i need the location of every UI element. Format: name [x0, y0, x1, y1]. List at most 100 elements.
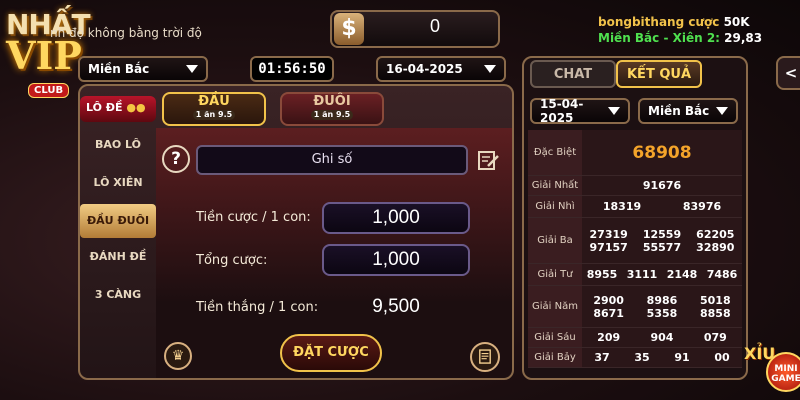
- result-number: 8858: [700, 306, 731, 320]
- result-number: 3111: [626, 268, 658, 281]
- ticker-bet-value: 50K: [723, 15, 750, 29]
- sidebar-item-lo-xien[interactable]: LÔ XIÊN: [80, 166, 156, 200]
- result-number: 62205: [696, 227, 735, 241]
- trophy-icon[interactable]: ♛: [164, 342, 192, 370]
- result-number: 079: [703, 331, 727, 344]
- help-icon[interactable]: ?: [162, 145, 190, 173]
- results-date-dropdown[interactable]: 15-04-2025: [530, 97, 630, 125]
- results-table: Đặc Biệt 68908 Giải Nhất 91676 Giải Nhì 18319…: [528, 130, 742, 368]
- ticker-user: bongbithang: [598, 15, 685, 29]
- result-label: Giải Bảy: [528, 348, 582, 367]
- result-number: 27319: [589, 227, 628, 241]
- win-value: 9,500: [372, 296, 420, 317]
- date-dropdown-value: 16-04-2025: [386, 62, 463, 76]
- lode-header: LÔ ĐỀ ●●: [80, 96, 156, 122]
- tab-dau-odds: 1 ăn 9.5: [193, 110, 235, 120]
- result-number: 68908: [632, 142, 692, 163]
- result-label: Giải Nhì: [528, 196, 582, 217]
- result-number: 00: [714, 351, 730, 364]
- result-number: 5358: [646, 306, 678, 320]
- result-values: 8955 3111 2148 7486: [582, 264, 742, 285]
- place-bet-button[interactable]: ĐẶT CƯỢC: [280, 334, 382, 372]
- countdown-timer: 01:56:50: [250, 56, 334, 82]
- result-number: 35: [634, 351, 650, 364]
- result-number: 32890: [696, 240, 735, 254]
- result-number: 5018: [700, 293, 731, 307]
- result-number: 8986: [646, 293, 678, 307]
- result-row: Giải Năm 2900 8986 5018 8671 5358 8858: [528, 286, 742, 328]
- result-number: 209: [597, 331, 621, 344]
- chevron-left-icon[interactable]: <: [776, 56, 800, 90]
- region-dropdown-value: Miền Bắc: [88, 62, 150, 76]
- results-date-value: 15-04-2025: [540, 97, 584, 125]
- tab-results[interactable]: KẾT QUẢ: [616, 60, 702, 88]
- notepad-edit-icon[interactable]: [476, 148, 500, 172]
- total-label: Tổng cược:: [196, 253, 268, 268]
- result-row: Giải Ba 27319 12559 62205 97157 55577 32890: [528, 218, 742, 264]
- balance-value: 0: [429, 16, 440, 36]
- tab-dau[interactable]: ĐẦU 1 ăn 9.5: [162, 92, 266, 126]
- result-row: Giải Sáu 209 904 079: [528, 328, 742, 348]
- date-dropdown[interactable]: 16-04-2025: [376, 56, 506, 82]
- result-number: 7486: [706, 268, 738, 281]
- results-region-value: Miền Bắc: [648, 104, 710, 118]
- balls-icon: ●●: [126, 101, 146, 114]
- bet-ticker: bongbithang cược 50K Miền Bắc - Xiên 2: …: [598, 14, 762, 46]
- result-values: 91676: [582, 176, 742, 195]
- tab-duoi-label: ĐUÔI: [313, 94, 351, 109]
- result-number: 8671: [593, 306, 624, 320]
- result-number: 55577: [642, 240, 682, 254]
- result-label: Giải Ba: [528, 218, 582, 263]
- result-label: Giải Năm: [528, 286, 582, 327]
- tab-chat[interactable]: CHAT: [530, 60, 616, 88]
- result-values: 2900 8986 5018 8671 5358 8858: [582, 286, 742, 327]
- number-input[interactable]: Ghi số: [196, 145, 468, 175]
- result-number: 91676: [642, 179, 682, 192]
- result-values: 37 35 91 00: [582, 348, 742, 367]
- result-values: 209 904 079: [582, 328, 742, 347]
- ticker-region-value: 29,83: [724, 31, 763, 45]
- result-number: 97157: [589, 240, 628, 254]
- results-region-dropdown[interactable]: Miền Bắc: [638, 98, 738, 124]
- result-label: Đặc Biệt: [528, 130, 582, 175]
- result-number: 12559: [642, 227, 682, 241]
- bet-per-input[interactable]: 1,000: [322, 202, 470, 234]
- result-values: 68908: [582, 130, 742, 175]
- result-row: Giải Tư 8955 3111 2148 7486: [528, 264, 742, 286]
- result-row: Giải Bảy 37 35 91 00: [528, 348, 742, 368]
- chevron-down-icon: [186, 65, 198, 73]
- result-number: 18319: [602, 200, 642, 213]
- sidebar-item-bao-lo[interactable]: BAO LÔ: [80, 128, 156, 162]
- result-values: 18319 83976: [582, 196, 742, 217]
- win-label: Tiền thắng / 1 con:: [196, 300, 319, 315]
- sidebar-item-dau-duoi[interactable]: ĐẦU ĐUÔI: [80, 204, 156, 238]
- tab-duoi-odds: 1 ăn 9.5: [311, 110, 353, 120]
- tab-duoi[interactable]: ĐUÔI 1 ăn 9.5: [280, 92, 384, 126]
- result-number: 8955: [586, 268, 618, 281]
- result-row: Giải Nhất 91676: [528, 176, 742, 196]
- result-row: Giải Nhì 18319 83976: [528, 196, 742, 218]
- result-label: Giải Tư: [528, 264, 582, 285]
- lode-label: LÔ ĐỀ: [86, 101, 123, 114]
- result-values: 27319 12559 62205 97157 55577 32890: [582, 218, 742, 263]
- chevron-down-icon: [716, 107, 728, 115]
- region-dropdown[interactable]: Miền Bắc: [78, 56, 208, 82]
- result-row: Đặc Biệt 68908: [528, 130, 742, 176]
- ticker-bet-label: cược: [688, 15, 720, 29]
- chevron-down-icon: [608, 107, 620, 115]
- dollar-icon: $: [334, 13, 364, 45]
- result-number: 2900: [593, 293, 624, 307]
- result-number: 2148: [666, 268, 698, 281]
- logo-club: CLUB: [28, 83, 70, 98]
- sidebar-item-3-cang[interactable]: 3 CÀNG: [80, 278, 156, 312]
- tab-dau-label: ĐẦU: [198, 94, 230, 109]
- result-number: 91: [674, 351, 690, 364]
- result-label: Giải Nhất: [528, 176, 582, 195]
- ticker-region: Miền Bắc - Xiên 2:: [598, 31, 720, 45]
- result-number: 83976: [682, 200, 722, 213]
- ticker-text: nh độ không bằng trời độ: [50, 26, 202, 40]
- receipt-icon[interactable]: [470, 342, 500, 372]
- bet-per-label: Tiền cược / 1 con:: [196, 210, 311, 225]
- sidebar-item-danh-de[interactable]: ĐÁNH ĐỀ: [80, 240, 156, 274]
- mini-game-button[interactable]: MINI GAME: [766, 352, 800, 392]
